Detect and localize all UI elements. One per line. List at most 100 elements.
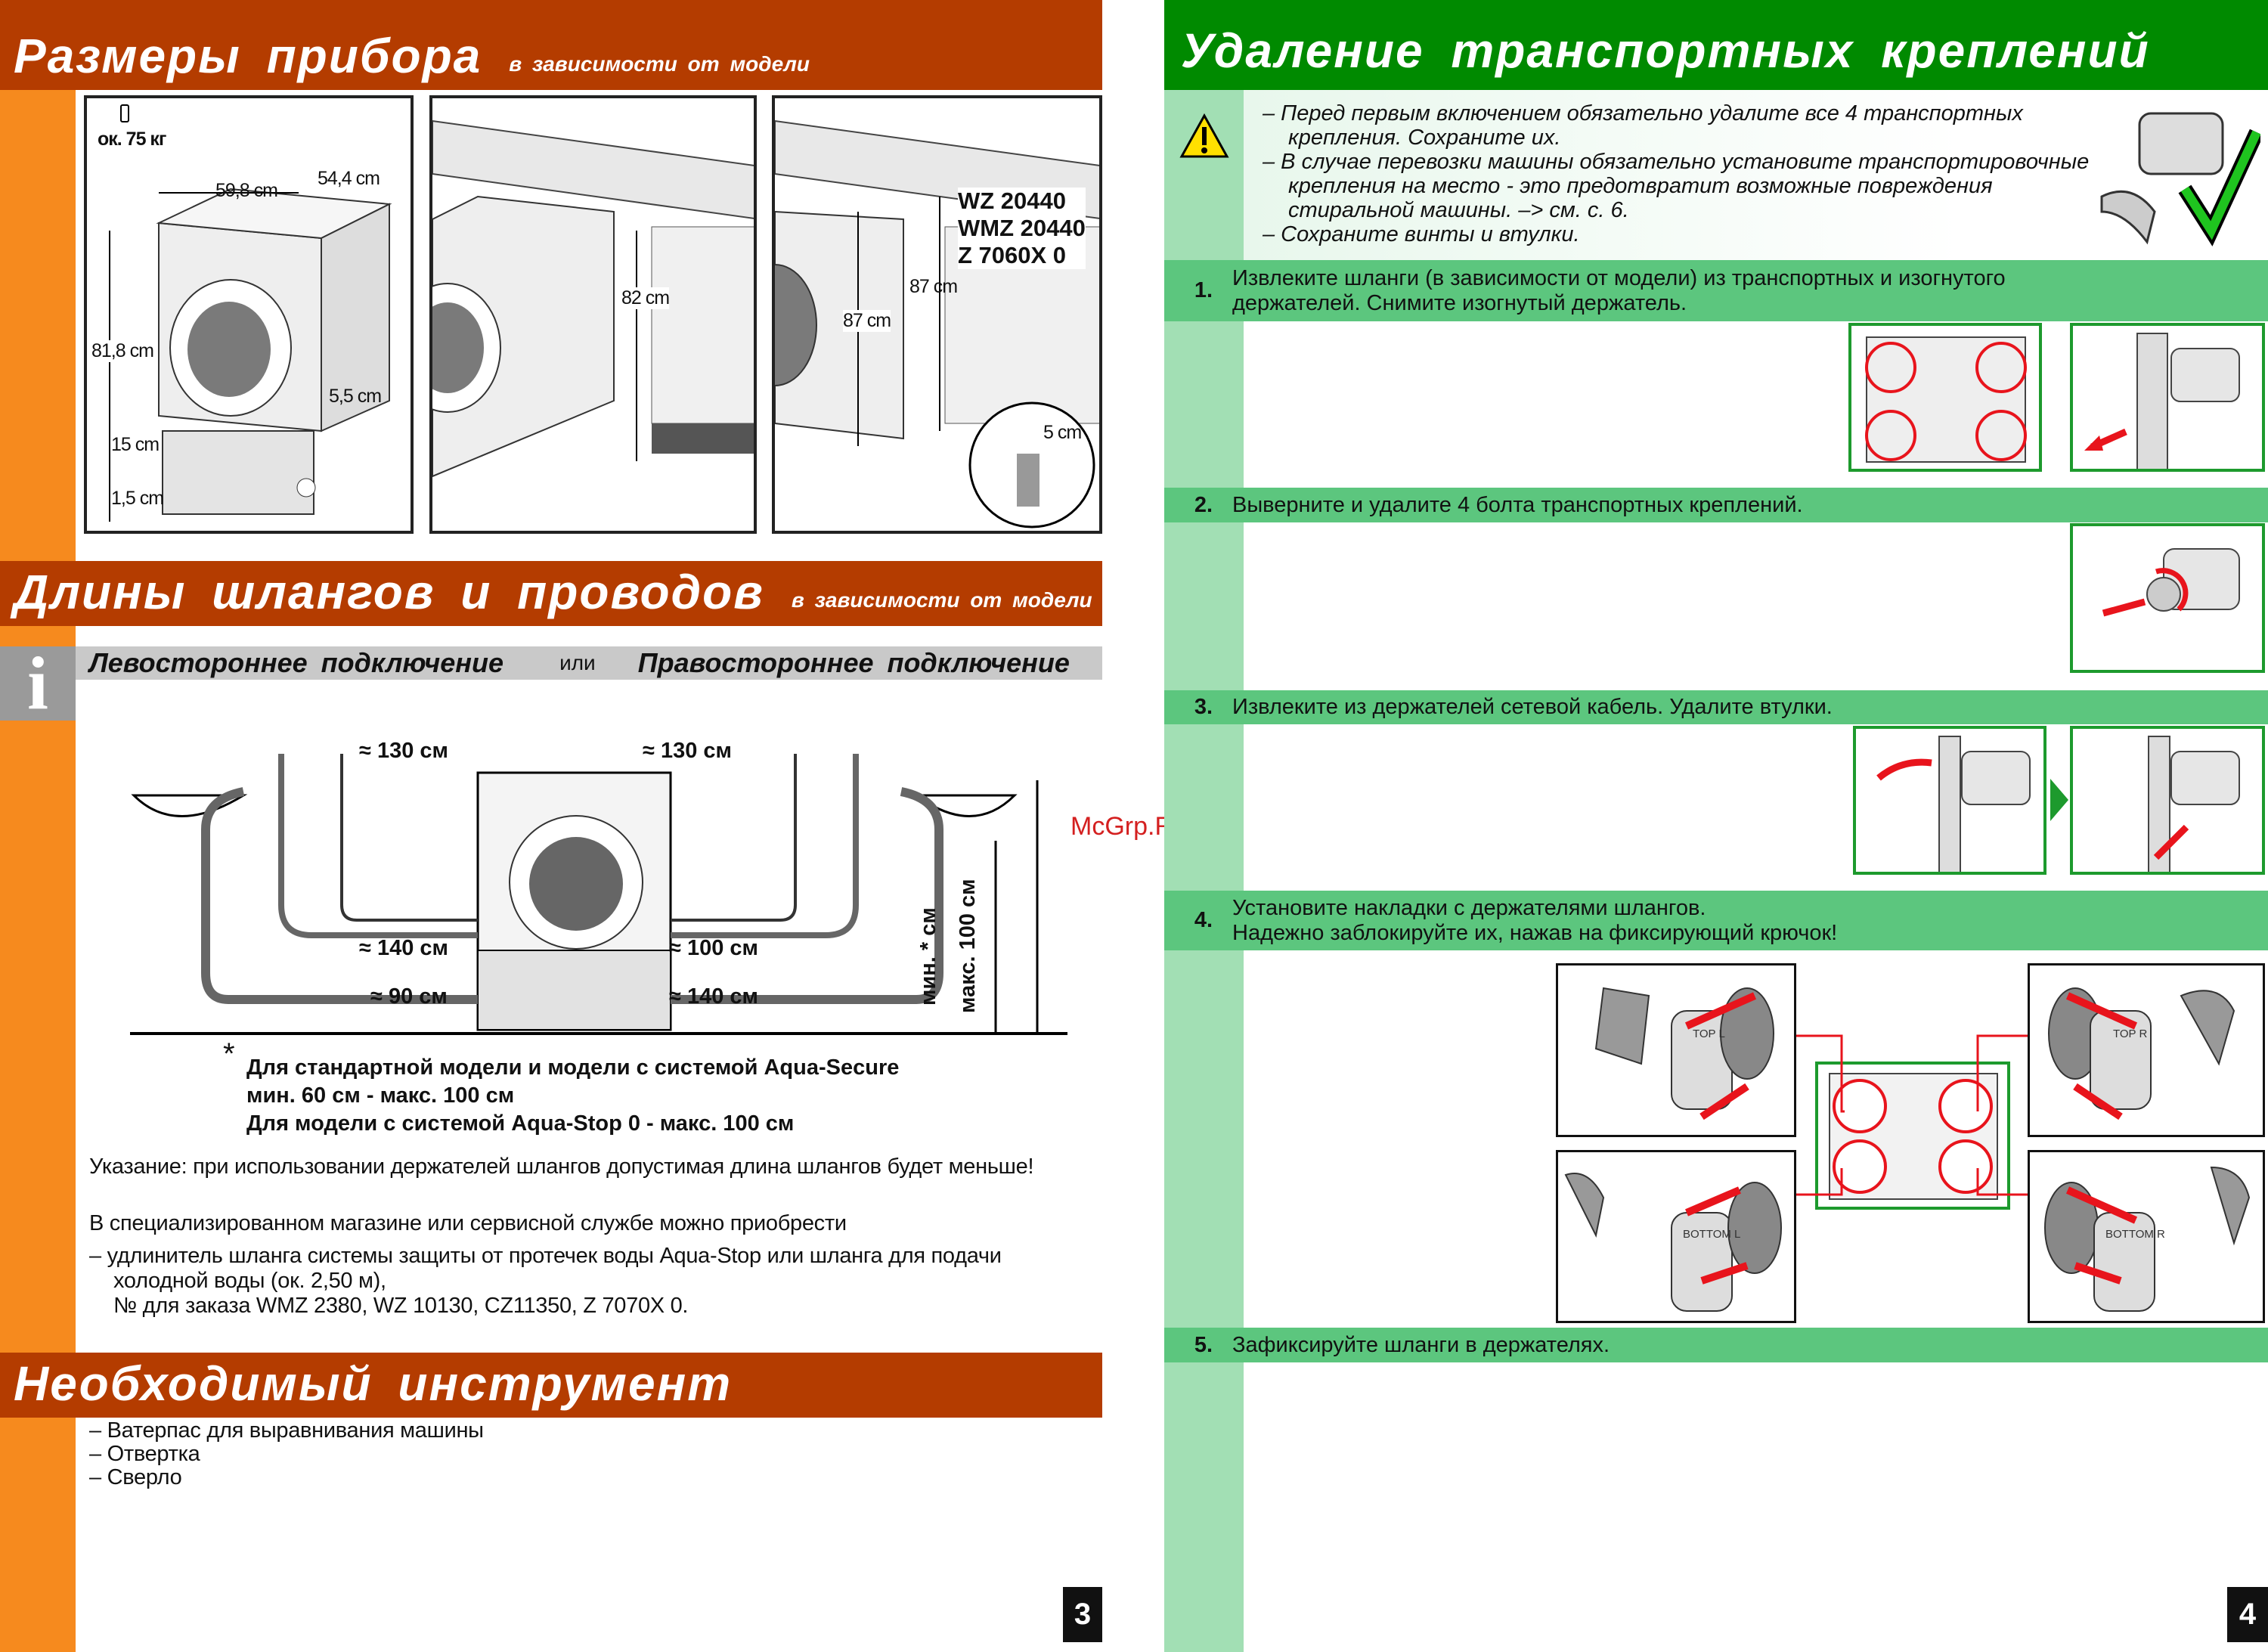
step4-bottom-left-cover-image: BOTTOM L [1556,1150,1796,1323]
model-code: WZ 20440 [958,188,1067,214]
step-number: 4. [1194,908,1213,932]
footnote-line: мин. 60 см - макс. 100 см [246,1083,515,1108]
model-code: Z 7060X 0 [958,242,1067,268]
right-inlet-length: ≈ 100 см [669,936,758,960]
section-header-hoses: Длины шлангов и проводов в зависимости о… [0,561,1102,626]
step1-rear-view-image [1848,323,2042,472]
step4-top-left-cover-image: TOP L [1556,963,1796,1137]
section-title: Длины шлангов и проводов [14,565,764,619]
step1-holder-image [2070,323,2265,472]
built-in-illustration [432,119,754,478]
raised-illustration [775,119,1099,528]
transport-bolt-checkmark-illustration [2100,112,2260,246]
max-height-label: макс. 100 см [956,879,980,1013]
tool-item: – Ватерпас для выравнивания машины [89,1418,484,1443]
dimensions-panel-raised: 87 cm 87 cm 5 cm WZ 20440 WMZ 20440 Z 70… [772,95,1102,534]
niche-height-label: 82 cm [621,287,670,309]
step4-bottom-right-cover-image: BOTTOM R [2028,1150,2265,1323]
arrow-right-icon [2050,779,2068,821]
step-number: 5. [1194,1332,1213,1357]
step-number: 1. [1194,278,1213,302]
accessory-text: – удлинитель шланга системы защиты от пр… [89,1244,1002,1293]
left-cable-length: ≈ 130 см [359,739,448,763]
min-height-label: мин. * см [916,907,940,1006]
section-subtitle: в зависимости от модели [509,52,810,76]
footnote-line: Для стандартной модели и модели с систем… [246,1055,900,1080]
tool-item: – Сверло [89,1465,182,1489]
step-2: 2. Выверните и удалите 4 болта транспорт… [1164,488,2268,522]
info-icon: i [0,646,76,721]
right-drain-length: ≈ 140 см [669,984,758,1009]
step-4: 4. Установите накладки с держателями шла… [1164,891,2268,950]
section-header-tools: Необходимый инструмент [0,1353,1102,1418]
step-text: Выверните и удалите 4 болта транспортных… [1232,492,1803,517]
washer-illustration [109,188,392,522]
asterisk: * [223,1037,235,1071]
dimensions-panel-built-in: 82 cm [429,95,757,534]
top-r-label: TOP R [2113,1027,2148,1040]
warning-item: – Перед первым включением обязательно уд… [1263,101,2023,150]
step-text: Извлеките шланги (в зависимости от модел… [1232,265,2006,315]
shop-note: В специализированном магазине или сервис… [89,1211,847,1235]
top-l-label: TOP L [1693,1027,1725,1040]
weight-icon [120,104,129,122]
step-5: 5. Зафиксируйте шланги в держателях. [1164,1328,2268,1362]
foot-label: 1,5 cm [111,488,164,509]
step4-top-right-cover-image: TOP R [2028,963,2265,1137]
footnote-line: Для модели с системой Aqua-Stop 0 - макс… [246,1111,795,1136]
bottom-l-label: BOTTOM L [1683,1228,1741,1241]
section-title: Необходимый инструмент [14,1356,733,1411]
orange-side-strip [0,90,76,1652]
footnote: Для стандартной модели и модели с систем… [246,1054,899,1138]
step-text: Установите накладки с держателями шланго… [1232,896,1837,946]
height-label-niche: 87 cm [909,276,958,297]
green-side-strip [1164,90,1244,1652]
depth-label: 54,4 cm [318,168,380,189]
dimensions-panel-standalone: ок. 75 кг 59,8 cm 54,4 cm 81,8 cm 5,5 cm… [84,95,414,534]
left-inlet-length: ≈ 140 см [359,936,448,960]
left-drain-length: ≈ 90 см [370,984,448,1009]
warning-item: – В случае перевозки машины обязательно … [1263,150,2090,222]
page-title-transport-bolts: Удаление транспортных креплений [1164,0,2268,90]
raise-label: 5 cm [1043,422,1082,443]
tools-list: – Ватерпас для выравнивания машины – Отв… [89,1419,484,1489]
step2-unscrew-image [2070,523,2265,673]
left-connection-label: Левостороннее подключение [89,647,504,678]
order-numbers: № для заказа WMZ 2380, WZ 10130, CZ11350… [113,1294,689,1318]
step-text-line: Надежно заблокируйте их, нажав на фиксир… [1232,920,1838,945]
connection-bar: Левостороннее подключение или Правосторо… [76,646,1102,680]
step-3: 3. Извлеките из держателей сетевой кабел… [1164,690,2268,724]
base-label: 15 cm [111,434,160,456]
or-label: или [559,651,596,674]
width-label: 59,8 cm [215,180,278,201]
offset-label: 5,5 cm [329,386,382,407]
section-subtitle: в зависимости от модели [791,588,1092,612]
warning-icon [1179,113,1229,158]
connector-lines [1796,1034,2031,1196]
step-text-line: Установите накладки с держателями шланго… [1232,895,1706,920]
page-number-right: 4 [2227,1587,2268,1642]
step-number: 3. [1194,695,1213,719]
step-number: 2. [1194,492,1213,517]
hose-note: Указание: при использовании держателей ш… [89,1155,1034,1179]
model-list: WZ 20440 WMZ 20440 Z 7060X 0 [958,188,1086,269]
model-code: WMZ 20440 [958,215,1086,241]
step-text: Извлеките из держателей сетевой кабель. … [1232,695,1833,719]
right-cable-length: ≈ 130 см [643,739,732,763]
tool-item: – Отвертка [89,1442,200,1466]
weight-label: ок. 75 кг [98,129,166,150]
bottom-r-label: BOTTOM R [2105,1228,2165,1241]
step3-cable-image [1853,726,2046,875]
section-header-dimensions: Размеры прибора в зависимости от модели [0,0,1102,90]
height-label: 81,8 cm [91,340,154,362]
step3-sleeve-image [2070,726,2265,875]
step-1: 1. Извлеките шланги (в зависимости от мо… [1164,260,2268,321]
warning-item: – Сохраните винты и втулки. [1263,222,1580,246]
right-connection-label: Правостороннее подключение [637,647,1070,678]
warning-list: – Перед первым включением обязательно уд… [1263,101,2094,246]
step-text: Зафиксируйте шланги в держателях. [1232,1332,1610,1357]
section-title: Размеры прибора [14,29,482,83]
accessory-item: – удлинитель шланга системы защиты от пр… [89,1244,1042,1319]
page-number-left: 3 [1063,1587,1102,1642]
height-label-machine: 87 cm [843,310,891,332]
